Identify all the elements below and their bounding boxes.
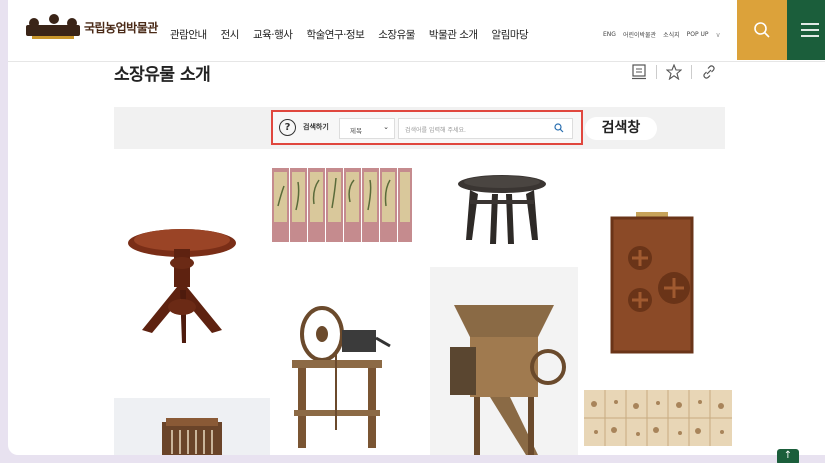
scroll-top-button[interactable]: ↑	[777, 449, 799, 463]
chevron-down-icon[interactable]: ∨	[716, 31, 721, 39]
share-link-button[interactable]	[698, 62, 720, 82]
util-link-popup[interactable]: POP UP	[687, 31, 709, 38]
nav-item-research[interactable]: 학술연구·정보	[306, 27, 364, 42]
gallery-item-round-table[interactable]	[122, 215, 242, 355]
search-icon	[754, 22, 770, 38]
search-callout-label: 검색창	[585, 117, 657, 140]
gallery-item-spinning-wheel[interactable]	[272, 290, 400, 455]
site-logo[interactable]: 국립농업박물관	[26, 14, 158, 40]
site-header: 국립농업박물관 관람안내 전시 교육·행사 학술연구·정보 소장유물 박물관 소…	[8, 0, 825, 62]
gallery-item-wooden-chest[interactable]	[604, 208, 700, 356]
chevron-down-icon: ⌄	[383, 123, 389, 131]
nav-item-exhibition[interactable]: 전시	[221, 27, 240, 42]
search-input[interactable]: 검색어를 입력해 주세요.	[398, 118, 573, 139]
print-button[interactable]	[628, 62, 650, 82]
round-table-image	[128, 229, 236, 343]
hamburger-menu-icon	[801, 23, 819, 37]
print-icon	[632, 64, 646, 80]
painted-panels-image	[584, 390, 732, 446]
nav-item-about[interactable]: 박물관 소개	[429, 27, 478, 42]
search-field-select[interactable]: 제목 ⌄	[339, 118, 395, 139]
gallery-item-winnowing-machine[interactable]	[430, 267, 578, 455]
util-link-newsletter[interactable]: 소식지	[663, 30, 680, 39]
gallery-item-wooden-machine[interactable]	[114, 398, 270, 455]
gallery-item-painted-panels[interactable]	[584, 390, 732, 446]
help-icon[interactable]: ?	[279, 119, 296, 136]
search-icon[interactable]	[554, 123, 564, 133]
spinning-wheel-image	[292, 306, 391, 448]
wooden-machine-image	[162, 418, 222, 455]
wooden-chest-image	[610, 212, 694, 354]
folding-screen-image	[270, 166, 414, 246]
nav-item-collection[interactable]: 소장유물	[378, 27, 415, 42]
header-menu-button[interactable]	[787, 0, 825, 60]
page-frame: 국립농업박물관 관람안내 전시 교육·행사 학술연구·정보 소장유물 박물관 소…	[8, 0, 825, 455]
page-title: 소장유물 소개	[114, 65, 211, 85]
gallery-item-folding-screen[interactable]	[270, 166, 414, 246]
utility-links: ENG 어린이박물관 소식지 POP UP ∨	[603, 30, 721, 40]
nav-item-education[interactable]: 교육·행사	[253, 27, 293, 42]
util-link-eng[interactable]: ENG	[603, 31, 616, 38]
search-label: 검색하기	[303, 123, 329, 131]
logo-mark-icon	[26, 14, 80, 40]
tool-divider	[691, 65, 692, 79]
winnowing-machine-image	[450, 305, 566, 455]
header-search-button[interactable]	[737, 0, 787, 60]
nav-item-guide[interactable]: 관람안내	[170, 27, 207, 42]
nav-item-notice[interactable]: 알림마당	[492, 27, 529, 42]
util-link-kids[interactable]: 어린이박물관	[623, 30, 656, 39]
link-icon	[703, 65, 715, 79]
tool-divider	[656, 65, 657, 79]
main-nav: 관람안내 전시 교육·행사 학술연구·정보 소장유물 박물관 소개 알림마당	[170, 27, 542, 42]
search-select-value: 제목	[350, 127, 362, 135]
star-icon	[666, 64, 682, 80]
page-tools	[628, 62, 720, 82]
search-box-highlight: ? 검색하기 제목 ⌄ 검색어를 입력해 주세요.	[271, 110, 583, 145]
search-input-placeholder: 검색어를 입력해 주세요.	[405, 127, 466, 134]
gallery-item-small-table[interactable]	[452, 172, 552, 246]
small-table-image	[458, 175, 546, 244]
logo-text: 국립농업박물관	[84, 20, 158, 35]
favorite-button[interactable]	[663, 62, 685, 82]
